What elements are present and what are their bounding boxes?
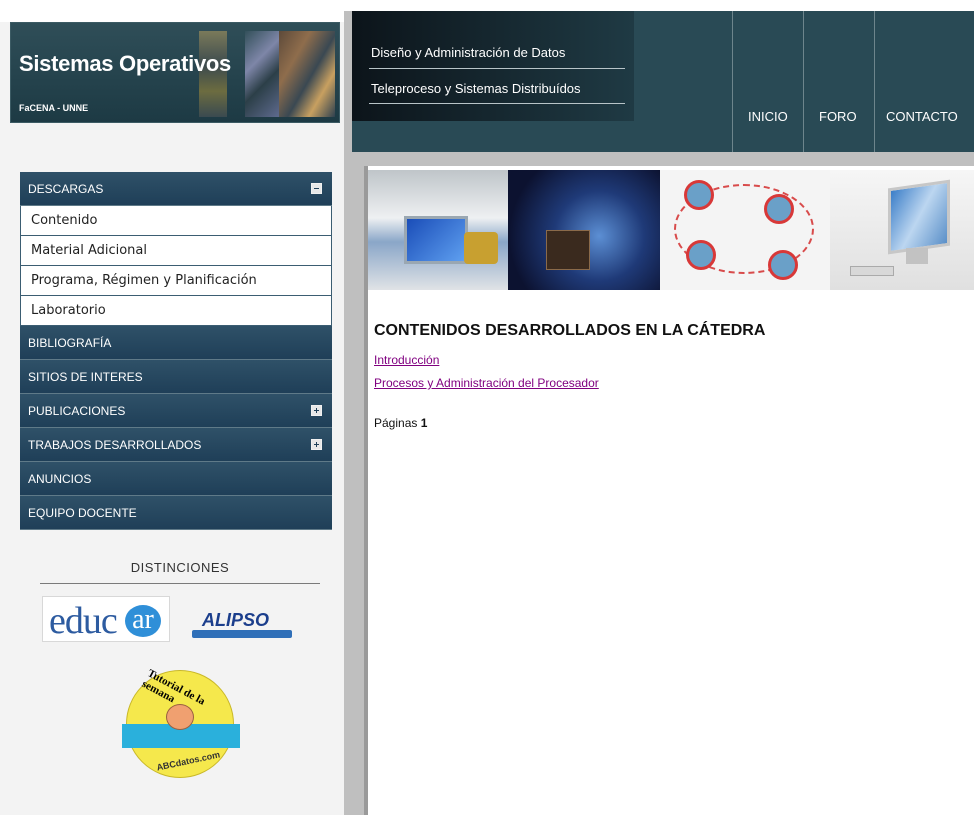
- menu-label: TRABAJOS DESARROLLADOS: [28, 437, 202, 452]
- submenu-item-contenido[interactable]: Contenido: [20, 206, 332, 236]
- nav-divider: [874, 11, 875, 152]
- menu-sitios-de-interes[interactable]: SITIOS DE INTERES: [20, 360, 332, 394]
- network-node-icon: [684, 180, 714, 210]
- page-title: CONTENIDOS DESARROLLADOS EN LA CÁTEDRA: [374, 322, 766, 339]
- link-introduccion[interactable]: Introducción: [374, 353, 439, 367]
- site-header[interactable]: Sistemas Operativos FaCENA - UNNE: [10, 22, 340, 123]
- alipso-logo-bar: [192, 630, 292, 638]
- tutorial-badge[interactable]: Tutorial de la semana ABCdatos.com: [122, 667, 240, 778]
- site-title[interactable]: Sistemas Operativos: [19, 51, 231, 77]
- pagination-label: Páginas: [374, 416, 418, 430]
- nav-divider: [732, 11, 733, 152]
- nav-foro[interactable]: FORO: [819, 109, 857, 124]
- banner-network-image: [508, 170, 660, 290]
- submenu-item-material-adicional[interactable]: Material Adicional: [20, 236, 332, 266]
- divider: [369, 103, 625, 104]
- imac-stand: [906, 248, 928, 264]
- collapse-icon[interactable]: [311, 183, 322, 194]
- network-node-icon: [764, 194, 794, 224]
- pagination-page-1[interactable]: 1: [421, 416, 428, 430]
- expand-icon[interactable]: [311, 405, 322, 416]
- keyboard-icon: [850, 266, 894, 276]
- educar-logo-text: educ: [49, 600, 118, 642]
- link-procesos[interactable]: Procesos y Administración del Procesador: [374, 376, 599, 390]
- nav-inicio[interactable]: INICIO: [748, 109, 788, 124]
- menu-label: EQUIPO DOCENTE: [28, 505, 137, 520]
- network-node-icon: [768, 250, 798, 280]
- padlock-icon: [464, 232, 498, 264]
- banner-imac-image: [830, 170, 974, 290]
- distinctions-section: DISTINCIONES educ ar ALIPSO Tutorial de …: [40, 560, 320, 778]
- site-link-teleproceso[interactable]: Teleproceso y Sistemas Distribuídos: [371, 81, 581, 96]
- educar-logo[interactable]: educ ar: [42, 596, 170, 642]
- main-content: CONTENIDOS DESARROLLADOS EN LA CÁTEDRA I…: [364, 166, 974, 815]
- site-links-panel: [352, 11, 634, 121]
- menu-label: PUBLICACIONES: [28, 403, 126, 418]
- left-column: Sistemas Operativos FaCENA - UNNE DESCAR…: [0, 0, 344, 815]
- alipso-logo-text: ALIPSO: [202, 610, 270, 630]
- network-node-icon: [686, 240, 716, 270]
- menu-anuncios[interactable]: ANUNCIOS: [20, 462, 332, 496]
- nav-divider: [803, 11, 804, 152]
- alipso-logo[interactable]: ALIPSO: [192, 600, 294, 640]
- menu-label: DESCARGAS: [28, 181, 104, 196]
- monitor-icon: [404, 216, 468, 264]
- menu-trabajos-desarrollados[interactable]: TRABAJOS DESARROLLADOS: [20, 428, 332, 462]
- header-image: [245, 31, 279, 117]
- divider: [369, 68, 625, 69]
- pagination: Páginas 1: [374, 416, 427, 430]
- sidebar-menu: DESCARGAS Contenido Material Adicional P…: [20, 172, 332, 530]
- top-navigation-bar: Diseño y Administración de Datos Telepro…: [352, 11, 974, 152]
- expand-icon[interactable]: [311, 439, 322, 450]
- submenu-item-laboratorio[interactable]: Laboratorio: [20, 296, 332, 326]
- site-link-datos[interactable]: Diseño y Administración de Datos: [371, 45, 565, 60]
- menu-descargas[interactable]: DESCARGAS: [20, 172, 332, 206]
- educar-logo-ar: ar: [125, 605, 161, 637]
- menu-publicaciones[interactable]: PUBLICACIONES: [20, 394, 332, 428]
- menu-label: SITIOS DE INTERES: [28, 369, 143, 384]
- top-spacer: [0, 0, 344, 22]
- nav-contacto[interactable]: CONTACTO: [886, 109, 958, 124]
- top-spacer: [344, 0, 974, 11]
- banner-computer-image: [368, 170, 508, 290]
- menu-label: BIBLIOGRAFÍA: [28, 335, 112, 350]
- content-banner: [368, 170, 974, 290]
- site-subtitle: FaCENA - UNNE: [19, 103, 89, 113]
- menu-label: ANUNCIOS: [28, 471, 92, 486]
- header-image: [279, 31, 335, 117]
- right-column: Diseño y Administración de Datos Telepro…: [344, 0, 974, 815]
- banner-distributed-image: [660, 170, 830, 290]
- menu-bibliografia[interactable]: BIBLIOGRAFÍA: [20, 326, 332, 360]
- submenu-item-programa[interactable]: Programa, Régimen y Planificación: [20, 266, 332, 296]
- menu-equipo-docente[interactable]: EQUIPO DOCENTE: [20, 496, 332, 530]
- box-icon: [546, 230, 590, 270]
- imac-icon: [888, 179, 950, 255]
- distinctions-title: DISTINCIONES: [40, 560, 320, 584]
